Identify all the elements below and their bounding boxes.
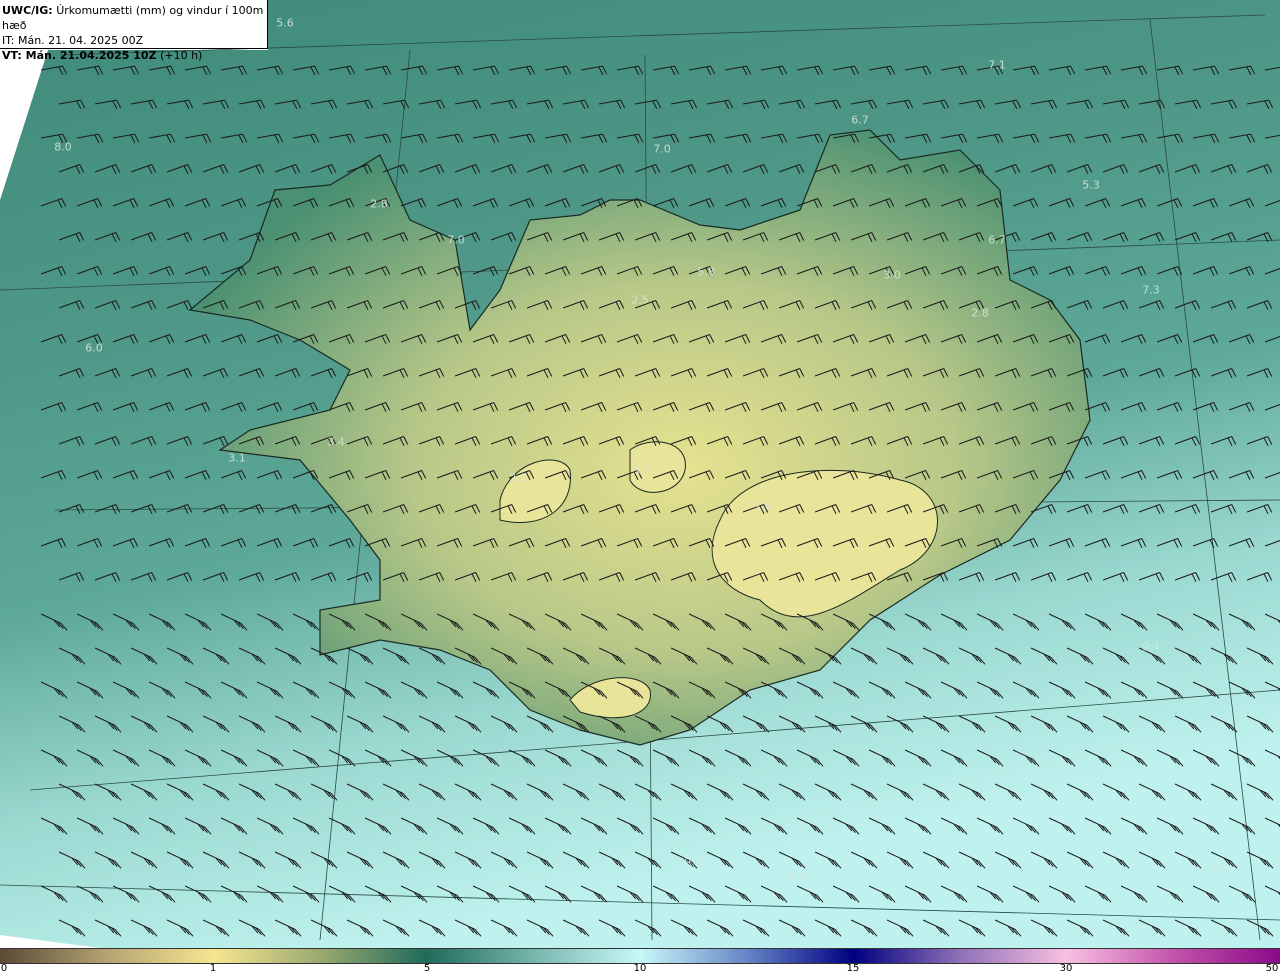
precip-value-label: 3.4 <box>327 435 345 449</box>
precip-value-label: 6.0 <box>85 341 103 355</box>
precip-value-label: 3.0 <box>883 268 901 282</box>
precip-value-label: 5.3 <box>1082 178 1100 192</box>
precip-value-label: 5.8 <box>697 265 715 279</box>
precip-value-label: 2.8 <box>370 197 388 211</box>
colorbar-tick: 1 <box>209 963 217 974</box>
precip-value-label: 8.0 <box>54 140 72 154</box>
precip-value-label: 2.5 <box>631 293 649 307</box>
precip-value-label: 6.7 <box>988 233 1006 247</box>
precip-value-label: 7.3 <box>1142 283 1160 297</box>
precip-value-label: 1.6 <box>754 499 772 513</box>
precip-value-label: 7.0 <box>447 233 465 247</box>
colorbar-tick: 50 <box>1265 963 1279 974</box>
precip-value-label: 8.6 <box>1211 862 1229 876</box>
lead-time: (+10 h) <box>160 49 203 62</box>
precip-value-label: 2.8 <box>971 306 989 320</box>
colorbar-tick: 10 <box>633 963 647 974</box>
precip-value-label: 2.0 <box>509 471 527 485</box>
colorbar-tick: 5 <box>423 963 431 974</box>
colorbar <box>0 948 1280 964</box>
map-header: UWC/IG: Úrkomumætti (mm) og vindur í 100… <box>0 0 268 62</box>
precip-value-label: 9.7 <box>684 855 702 869</box>
precip-value-label: 9.9 <box>787 870 805 884</box>
precip-value-label: 9.4 <box>1142 640 1160 654</box>
init-time: IT: Mán. 21. 04. 2025 00Z <box>2 34 144 47</box>
precip-value-label: 1.7 <box>634 463 652 477</box>
precip-value-label: 7.0 <box>653 142 671 156</box>
precip-value-label: 7.1 <box>988 58 1006 72</box>
precip-value-label: 5.6 <box>276 16 294 30</box>
valid-time: VT: Mán. 21.04.2025 10Z <box>2 49 157 62</box>
precip-value-label: 3.1 <box>228 451 246 465</box>
colorbar-tick: 30 <box>1059 963 1073 974</box>
precip-value-label: 6.7 <box>851 113 869 127</box>
colorbar-ticks: 0 1 5 10 15 30 50 <box>0 963 1280 978</box>
colorbar-tick: 15 <box>846 963 860 974</box>
colorbar-tick: 0 <box>0 963 8 974</box>
product-code: UWC/IG: <box>2 4 53 17</box>
